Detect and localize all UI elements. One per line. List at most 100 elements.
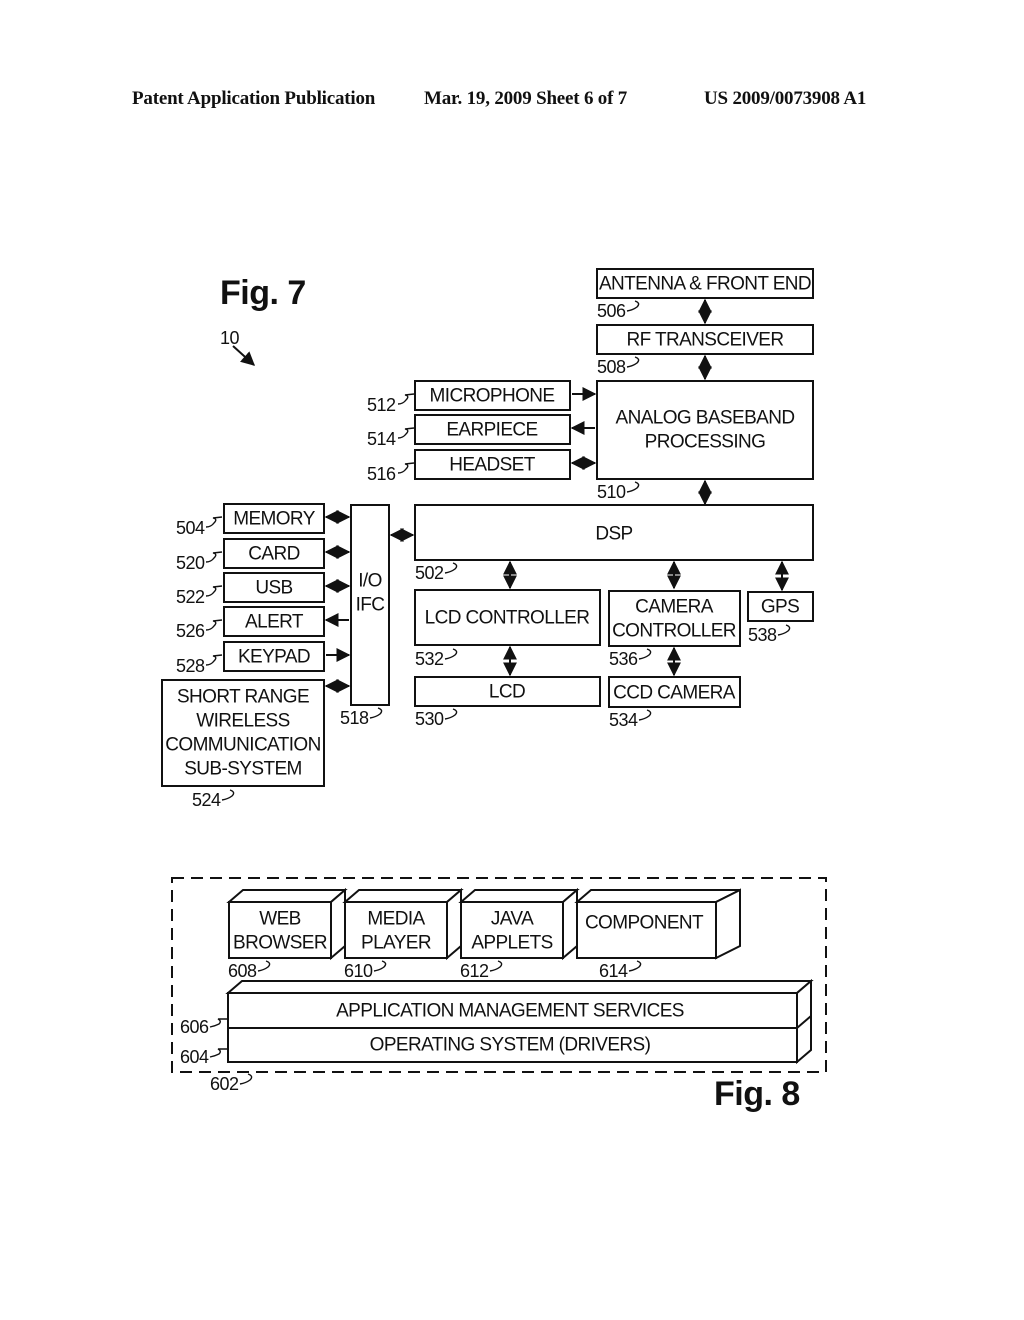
leader-606 [209, 1018, 227, 1028]
block-label: SUB-SYSTEM [184, 759, 302, 780]
block-label: I/O [358, 571, 382, 592]
block-rf-transceiver: RF TRANSCEIVER [596, 324, 814, 355]
block-label: APPLETS [471, 933, 552, 954]
block-label: USB [255, 578, 292, 599]
block-alert: ALERT [223, 606, 325, 637]
leader-518 [369, 707, 383, 719]
block-label: ANTENNA & FRONT END [599, 274, 811, 295]
leader-526 [205, 619, 223, 631]
block-label: CARD [248, 544, 299, 565]
block-dsp: DSP [414, 504, 814, 561]
block-label: ANALOG BASEBAND [616, 408, 795, 429]
ref-518: 518 [340, 708, 369, 728]
device-ref-arrow [232, 345, 256, 366]
app-component: COMPONENT [574, 888, 741, 960]
ref-514: 514 [367, 429, 396, 449]
block-lcd-controller: LCD CONTROLLER [414, 589, 601, 646]
block-label: WEB [259, 909, 300, 930]
block-lcd: LCD [414, 676, 601, 707]
leader-612 [489, 960, 503, 972]
block-card: CARD [223, 538, 325, 569]
block-label: GPS [761, 597, 799, 618]
ref-516: 516 [367, 464, 396, 484]
ref-608: 608 [228, 961, 257, 981]
block-label: PLAYER [361, 933, 431, 954]
layer-operating-system: OPERATING SYSTEM (DRIVERS) [227, 1027, 798, 1063]
block-label: CCD CAMERA [613, 683, 736, 704]
ref-604: 604 [180, 1047, 209, 1067]
leader-530 [444, 708, 458, 720]
fig7: Fig. 7 10 ANTENNA & FRONT END 506 RF TRA… [161, 268, 814, 810]
ref-612: 612 [460, 961, 489, 981]
leader-536 [638, 648, 652, 660]
block-label: LCD CONTROLLER [425, 608, 590, 629]
ref-528: 528 [176, 656, 205, 676]
leader-610 [373, 960, 387, 972]
leader-520 [205, 551, 223, 563]
block-io-interface: I/O IFC [350, 504, 390, 706]
block-label: MEMORY [233, 509, 315, 530]
leader-524 [221, 789, 235, 801]
ref-614: 614 [599, 961, 628, 981]
leader-510 [626, 481, 640, 493]
patent-figures: Fig. 7 10 ANTENNA & FRONT END 506 RF TRA… [161, 268, 827, 1113]
block-label: OPERATING SYSTEM (DRIVERS) [370, 1035, 651, 1056]
block-label: BROWSER [233, 933, 327, 954]
block-memory: MEMORY [223, 503, 325, 534]
block-antenna-front-end: ANTENNA & FRONT END [596, 268, 814, 299]
leader-508 [626, 356, 640, 368]
block-keypad: KEYPAD [223, 641, 325, 672]
block-label: RF TRANSCEIVER [627, 330, 784, 351]
leader-504 [205, 516, 223, 528]
app-media-player: MEDIA PLAYER [342, 887, 464, 961]
fig8-title: Fig. 8 [714, 1075, 800, 1113]
ref-602: 602 [210, 1074, 239, 1094]
ref-536: 536 [609, 649, 638, 669]
block-label: SHORT RANGE [177, 687, 309, 708]
app-web-browser: WEB BROWSER [226, 887, 348, 961]
ref-530: 530 [415, 709, 444, 729]
block-gps: GPS [747, 591, 814, 622]
ref-526: 526 [176, 621, 205, 641]
block-label: ALERT [245, 612, 304, 633]
block-label: APPLICATION MANAGEMENT SERVICES [336, 1001, 684, 1022]
block-label: DSP [595, 524, 632, 545]
leader-538 [777, 624, 791, 636]
ref-610: 610 [344, 961, 373, 981]
leader-614 [628, 960, 642, 972]
ref-504: 504 [176, 518, 205, 538]
ref-606: 606 [180, 1017, 209, 1037]
block-ccd-camera: CCD CAMERA [608, 676, 741, 708]
fig8: 602 WEB BROWSER 608 MEDIA PLAYER 610 JAV… [171, 877, 827, 1113]
block-earpiece: EARPIECE [414, 414, 571, 445]
device-ref-label: 10 [220, 328, 240, 348]
block-microphone: MICROPHONE [414, 380, 571, 411]
block-label: MICROPHONE [430, 386, 555, 407]
ref-522: 522 [176, 587, 205, 607]
block-label: PROCESSING [645, 432, 766, 453]
block-label: MEDIA [367, 909, 425, 930]
ref-534: 534 [609, 710, 638, 730]
ref-508: 508 [597, 357, 626, 377]
leader-514 [397, 427, 415, 439]
leader-512 [397, 393, 415, 405]
block-label: CAMERA [635, 597, 714, 618]
ref-538: 538 [748, 625, 777, 645]
block-label: COMMUNICATION [165, 735, 320, 756]
ref-502: 502 [415, 563, 444, 583]
leader-506 [626, 300, 640, 312]
fig7-title: Fig. 7 [220, 274, 306, 312]
block-short-range-wireless: SHORT RANGE WIRELESS COMMUNICATION SUB-S… [161, 679, 325, 787]
block-label: LCD [489, 682, 525, 703]
ref-510: 510 [597, 482, 626, 502]
leader-532 [444, 648, 458, 660]
block-label: EARPIECE [446, 420, 537, 441]
block-camera-controller: CAMERA CONTROLLER [608, 590, 741, 647]
leader-608 [257, 960, 271, 972]
block-label: WIRELESS [196, 711, 289, 732]
ref-512: 512 [367, 395, 396, 415]
block-analog-baseband: ANALOG BASEBAND PROCESSING [596, 380, 814, 480]
block-label: CONTROLLER [612, 621, 736, 642]
block-headset: HEADSET [414, 449, 571, 480]
block-label: HEADSET [449, 455, 536, 476]
